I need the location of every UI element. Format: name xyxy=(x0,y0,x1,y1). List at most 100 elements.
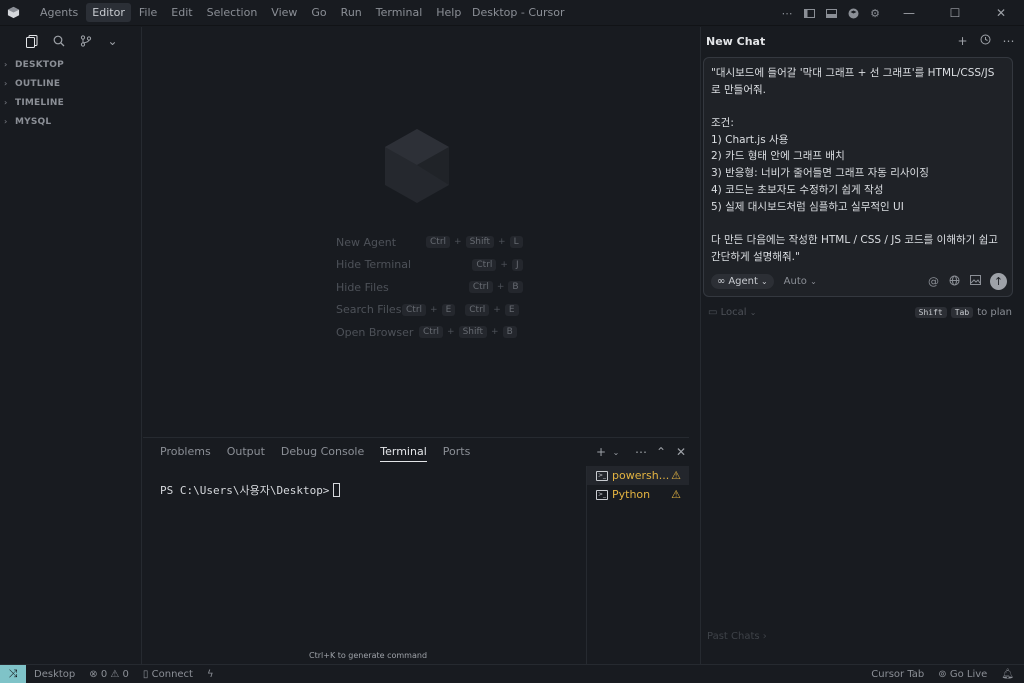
key: Ctrl xyxy=(402,303,427,316)
bottom-panel: Problems Output Debug Console Terminal P… xyxy=(143,437,690,665)
tab-terminal[interactable]: Terminal xyxy=(380,445,427,462)
connect-item[interactable]: ▯ Connect xyxy=(143,669,193,680)
settings-gear-icon[interactable]: ⚙ xyxy=(864,0,886,26)
section-outline[interactable]: › OUTLINE xyxy=(0,74,141,93)
chevron-down-icon[interactable]: ⌄ xyxy=(99,30,126,52)
new-chat-plus-icon[interactable]: + xyxy=(951,34,974,48)
key: L xyxy=(509,236,523,249)
terminal-cursor xyxy=(333,483,341,497)
key: Ctrl xyxy=(419,326,444,339)
toggle-panel-icon[interactable] xyxy=(820,0,842,26)
history-clock-icon[interactable] xyxy=(974,34,997,48)
menu-view[interactable]: View xyxy=(265,3,303,22)
cube-icon[interactable] xyxy=(842,0,864,26)
chevron-right-icon: › xyxy=(4,79,8,88)
terminal-item-powershell[interactable]: >_ powersh... ⚠ xyxy=(587,466,689,485)
local-label: Local xyxy=(720,307,747,318)
chat-input-box[interactable]: "대시보드에 들어갈 '막대 그래프 + 선 그래프'를 HTML/CSS/JS… xyxy=(703,57,1013,297)
menu-terminal[interactable]: Terminal xyxy=(370,3,429,22)
chevron-right-icon: › xyxy=(762,631,767,642)
generate-command-hint: Ctrl+K to generate command xyxy=(309,651,428,660)
terminal-list: >_ powersh... ⚠ >_ Python ⚠ xyxy=(586,466,689,665)
section-timeline[interactable]: › TIMELINE xyxy=(0,93,141,112)
menu-go[interactable]: Go xyxy=(305,3,332,22)
shortcut-label: New Agent xyxy=(336,235,397,249)
database-icon: ▯ xyxy=(142,668,149,680)
menu-run[interactable]: Run xyxy=(335,3,368,22)
tab-problems[interactable]: Problems xyxy=(160,445,211,462)
past-chats-link[interactable]: Past Chats › xyxy=(707,631,767,642)
menu-help[interactable]: Help xyxy=(430,3,467,22)
key: Ctrl xyxy=(465,303,490,316)
section-mysql[interactable]: › MYSQL xyxy=(0,112,141,131)
notifications-bell-icon[interactable]: 🔔︎ xyxy=(1001,669,1014,680)
local-dropdown[interactable]: ▭ Local ⌄ xyxy=(708,307,756,318)
section-label: OUTLINE xyxy=(15,78,61,89)
message-line: 2) 카드 형태 안에 그래프 배치 xyxy=(711,150,845,163)
past-chats-label: Past Chats xyxy=(707,631,760,642)
maximize-panel-chevron-up-icon[interactable]: ⌃ xyxy=(652,445,670,459)
more-icon[interactable]: ⋯ xyxy=(776,0,798,26)
chevron-down-icon[interactable]: ⌄ xyxy=(612,448,620,457)
remote-connection-icon[interactable]: ⤨ xyxy=(0,664,26,683)
minimize-button[interactable]: — xyxy=(886,0,932,26)
message-line: 간단하게 설명해줘." xyxy=(711,250,800,263)
tab-output[interactable]: Output xyxy=(227,445,265,462)
chevron-down-icon: ⌄ xyxy=(760,277,768,286)
warning-icon: ⚠ xyxy=(671,469,681,482)
plan-text: to plan xyxy=(977,307,1012,318)
more-icon[interactable]: ⋯ xyxy=(997,34,1020,48)
menu-file[interactable]: File xyxy=(133,3,163,22)
search-icon[interactable] xyxy=(45,30,72,52)
broadcast-icon: ⊚ xyxy=(938,668,947,680)
tab-ports[interactable]: Ports xyxy=(443,445,471,462)
chat-message[interactable]: "대시보드에 들어갈 '막대 그래프 + 선 그래프'를 HTML/CSS/JS… xyxy=(704,58,1012,265)
terminal-output[interactable]: PS C:\Users\사용자\Desktop> xyxy=(160,482,341,498)
message-line: 조건: xyxy=(711,117,734,130)
menu-editor[interactable]: Editor xyxy=(86,3,131,22)
sidebar: ⌄ › DESKTOP › OUTLINE › TIMELINE › MYSQL xyxy=(0,27,142,664)
message-line: 1) Chart.js 사용 xyxy=(711,133,789,146)
editor-area: New Agent Ctrl + Shift + L Hide Terminal C… xyxy=(143,27,689,437)
chevron-right-icon: › xyxy=(4,98,8,107)
lightning-icon[interactable]: ϟ xyxy=(207,669,214,680)
model-dropdown[interactable]: Auto ⌄ xyxy=(784,276,817,287)
key: B xyxy=(502,326,517,339)
shortcut-hide-files: Hide Files Ctrl + B xyxy=(336,276,523,299)
explorer-files-icon[interactable] xyxy=(18,30,45,52)
shortcut-label: Hide Terminal xyxy=(336,258,412,272)
workspace-name[interactable]: Desktop xyxy=(34,669,75,680)
menu-agents[interactable]: Agents xyxy=(34,3,84,22)
terminal-icon: >_ xyxy=(596,470,608,481)
agent-mode-dropdown[interactable]: ∞ Agent ⌄ xyxy=(711,274,774,289)
source-control-icon[interactable] xyxy=(72,30,99,52)
section-desktop[interactable]: › DESKTOP xyxy=(0,55,141,74)
warning-icon: ⚠ xyxy=(671,488,681,501)
message-line: "대시보드에 들어갈 '막대 그래프 + 선 그래프'를 HTML/CSS/JS xyxy=(711,67,995,79)
go-live-item[interactable]: ⊚ Go Live xyxy=(938,669,987,680)
new-terminal-plus-icon[interactable]: + xyxy=(592,445,610,459)
more-icon[interactable]: ⋯ xyxy=(632,445,650,459)
toggle-sidebar-icon[interactable] xyxy=(798,0,820,26)
problems-indicator[interactable]: ⊗ 0 ⚠ 0 xyxy=(89,669,129,680)
send-arrow-up-icon[interactable]: ↑ xyxy=(990,273,1007,290)
menu-selection[interactable]: Selection xyxy=(201,3,264,22)
key: Ctrl xyxy=(472,258,497,271)
key: Ctrl xyxy=(426,236,451,249)
menu-edit[interactable]: Edit xyxy=(165,3,198,22)
close-button[interactable]: ✕ xyxy=(978,0,1024,26)
maximize-button[interactable]: ☐ xyxy=(932,0,978,26)
close-panel-icon[interactable]: ✕ xyxy=(672,445,690,459)
terminal-name: powersh... xyxy=(612,469,670,482)
image-icon[interactable] xyxy=(965,275,986,288)
cursor-tab-item[interactable]: Cursor Tab xyxy=(871,669,924,680)
plan-hint: Shift Tab to plan xyxy=(914,307,1012,318)
key: Ctrl xyxy=(468,281,493,294)
chevron-right-icon: › xyxy=(4,117,8,126)
terminal-item-python[interactable]: >_ Python ⚠ xyxy=(587,485,689,504)
tab-debug-console[interactable]: Debug Console xyxy=(281,445,364,462)
globe-icon[interactable] xyxy=(944,275,965,289)
mention-at-icon[interactable]: @ xyxy=(923,275,944,288)
key: B xyxy=(508,281,523,294)
key: E xyxy=(504,303,519,316)
